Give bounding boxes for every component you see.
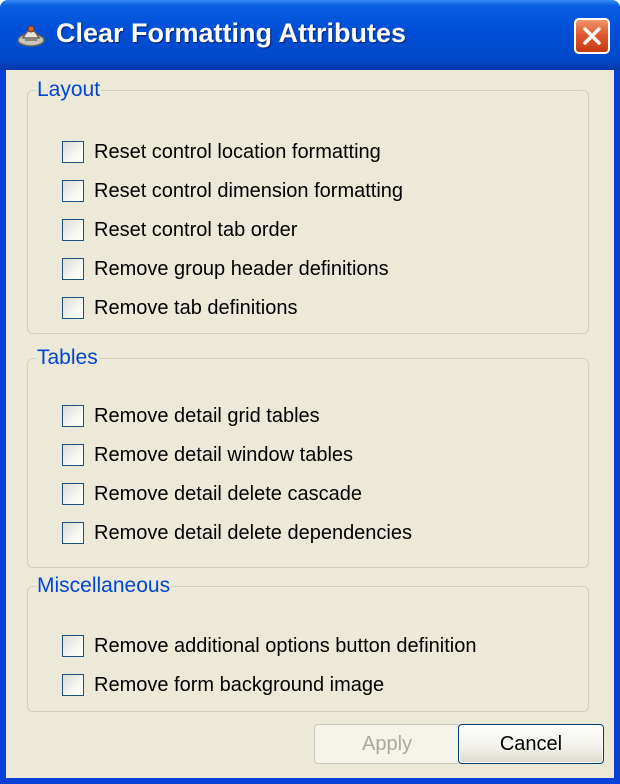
checkbox-label: Remove detail delete cascade — [94, 482, 362, 505]
checkbox-box[interactable] — [62, 141, 84, 163]
checkbox-box[interactable] — [62, 180, 84, 202]
layout-group-label: Layout — [37, 78, 101, 101]
miscellaneous-group-label: Miscellaneous — [37, 574, 171, 597]
window-title: Clear Formatting Attributes — [56, 18, 407, 48]
remove-background-image-checkbox[interactable]: Remove form background image — [62, 671, 384, 699]
reset-location-checkbox[interactable]: Reset control location formatting — [62, 138, 381, 166]
title-bar[interactable]: Clear Formatting Attributes — [0, 0, 620, 70]
checkbox-label: Remove tab definitions — [94, 296, 298, 319]
remove-delete-dependencies-checkbox[interactable]: Remove detail delete dependencies — [62, 519, 412, 547]
close-button[interactable] — [574, 18, 610, 54]
cancel-button[interactable]: Cancel — [458, 724, 604, 764]
checkbox-box[interactable] — [62, 444, 84, 466]
remove-options-button-checkbox[interactable]: Remove additional options button definit… — [62, 632, 476, 660]
checkbox-label: Reset control tab order — [94, 218, 298, 241]
clear-formatting-icon — [17, 25, 45, 47]
checkbox-label: Remove detail grid tables — [94, 404, 320, 427]
checkbox-box[interactable] — [62, 522, 84, 544]
tables-group: Tables Remove detail grid tables Remove … — [27, 346, 589, 568]
dialog-window: Clear Formatting Attributes Layout Reset… — [0, 0, 620, 784]
checkbox-box[interactable] — [62, 635, 84, 657]
reset-dimension-checkbox[interactable]: Reset control dimension formatting — [62, 177, 403, 205]
checkbox-box[interactable] — [62, 297, 84, 319]
reset-tab-order-checkbox[interactable]: Reset control tab order — [62, 216, 297, 244]
apply-button[interactable]: Apply — [314, 724, 460, 764]
checkbox-label: Remove detail window tables — [94, 443, 354, 466]
remove-tab-definitions-checkbox[interactable]: Remove tab definitions — [62, 294, 297, 322]
checkbox-label: Remove additional options button definit… — [94, 634, 477, 657]
checkbox-label: Reset control dimension formatting — [94, 179, 404, 202]
close-icon — [583, 27, 601, 45]
tables-group-label: Tables — [37, 346, 98, 369]
checkbox-label: Remove group header definitions — [94, 257, 389, 280]
remove-window-tables-checkbox[interactable]: Remove detail window tables — [62, 441, 353, 469]
remove-grid-tables-checkbox[interactable]: Remove detail grid tables — [62, 402, 320, 430]
layout-group: Layout Reset control location formatting… — [27, 78, 589, 334]
checkbox-label: Reset control location formatting — [94, 140, 381, 163]
dialog-body: Layout Reset control location formatting… — [6, 70, 614, 778]
remove-group-header-checkbox[interactable]: Remove group header definitions — [62, 255, 389, 283]
remove-delete-cascade-checkbox[interactable]: Remove detail delete cascade — [62, 480, 362, 508]
checkbox-box[interactable] — [62, 674, 84, 696]
checkbox-box[interactable] — [62, 405, 84, 427]
checkbox-box[interactable] — [62, 219, 84, 241]
checkbox-box[interactable] — [62, 258, 84, 280]
checkbox-box[interactable] — [62, 483, 84, 505]
checkbox-label: Remove detail delete dependencies — [94, 521, 412, 544]
miscellaneous-group: Miscellaneous Remove additional options … — [27, 574, 589, 712]
checkbox-label: Remove form background image — [94, 673, 385, 696]
